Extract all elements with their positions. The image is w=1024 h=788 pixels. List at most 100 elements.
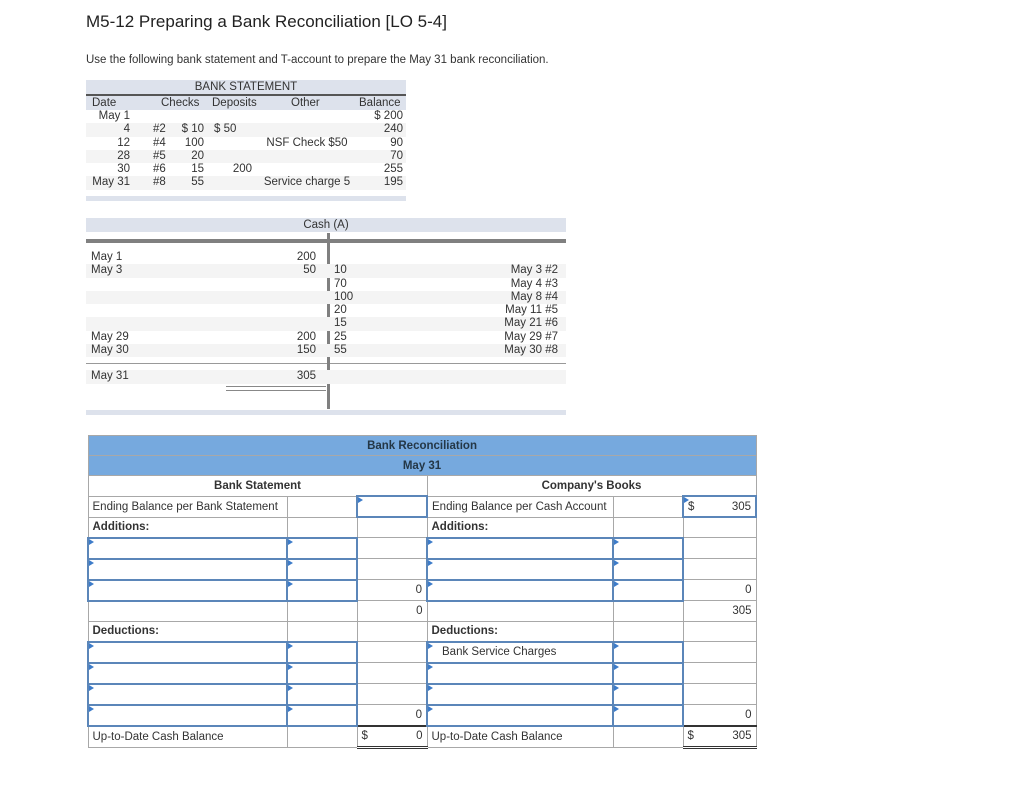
book-addition-amount-input[interactable]	[612, 557, 684, 581]
bank-final-label: Up-to-Date Cash Balance	[87, 725, 288, 748]
row-date: 12	[117, 136, 130, 149]
credit-amount: 10	[334, 264, 347, 277]
blank-cell	[356, 620, 428, 642]
bank-additions-label: Additions:	[87, 516, 288, 538]
book-deduction-description-input[interactable]: Bank Service Charges	[426, 640, 614, 664]
blank-cell	[286, 516, 358, 538]
bank-addition-description-input[interactable]	[87, 536, 288, 560]
t-account-row: May 1 200	[86, 251, 566, 264]
book-addition-description-input[interactable]	[426, 578, 614, 602]
t-account-row: May 3 50 10 May 3 #2	[86, 264, 566, 278]
credit-amount: 20	[334, 304, 347, 317]
book-additions-total: 0	[682, 579, 757, 601]
book-ending-balance-value: 305	[731, 500, 752, 513]
header-balance: Balance	[359, 97, 401, 109]
bank-ending-label: Ending Balance per Bank Statement	[87, 495, 288, 518]
bank-deduction-description-input[interactable]	[87, 640, 288, 664]
credit-date: May 21 #6	[504, 317, 558, 330]
t-account-title: Cash (A)	[86, 218, 566, 232]
row-date: May 31	[92, 176, 130, 189]
bank-deduction-description-input[interactable]	[87, 703, 288, 727]
credit-date: May 8 #4	[510, 290, 558, 303]
book-deduction-description-input[interactable]	[426, 661, 614, 685]
bank-deduction-amount-input[interactable]	[286, 703, 358, 727]
debit-date: May 29	[91, 330, 129, 343]
blank-cell	[356, 641, 428, 663]
row-check-amount: $ 10	[181, 123, 204, 136]
bank-addition-amount-input[interactable]	[286, 557, 358, 581]
bank-deduction-amount-input[interactable]	[286, 682, 358, 706]
addition-row	[87, 536, 757, 560]
book-deduction-amount-input[interactable]	[612, 661, 684, 685]
blank-cell	[426, 600, 614, 622]
blank-cell	[612, 725, 684, 748]
bank-side-heading: Bank Statement	[87, 475, 428, 497]
credit-date: May 3 #2	[510, 264, 558, 277]
debit-amount: 150	[296, 344, 316, 357]
t-account-row: May 29 200 25 May 29 #7	[86, 331, 566, 344]
blank-cell	[286, 725, 358, 748]
debit-amount: 50	[303, 264, 316, 277]
row-other: NSF Check $50	[266, 136, 348, 149]
bank-deduction-description-input[interactable]	[87, 661, 288, 685]
book-addition-description-input[interactable]	[426, 536, 614, 560]
t-account-footer	[86, 409, 566, 415]
book-addition-description-input[interactable]	[426, 557, 614, 581]
book-final-value: 305	[732, 730, 752, 742]
row-date: 28	[117, 149, 130, 162]
blank-cell	[356, 516, 428, 538]
debit-date: May 3	[91, 264, 123, 277]
book-ending-balance-input[interactable]: $305	[681, 495, 758, 518]
bank-deduction-amount-input[interactable]	[286, 661, 358, 685]
deduction-row	[87, 661, 757, 685]
book-addition-amount-input[interactable]	[612, 578, 684, 602]
bank-deduction-description-input[interactable]	[87, 682, 288, 706]
book-deduction-description-input[interactable]	[426, 703, 614, 727]
currency-symbol: $	[688, 500, 695, 513]
book-deduction-amount-input[interactable]	[612, 703, 684, 727]
bank-addition-description-input[interactable]	[87, 557, 288, 581]
bank-statement-row: 30 #6 15 200 255	[86, 163, 406, 176]
book-deduction-description-input[interactable]	[426, 682, 614, 706]
row-check-amount: 15	[191, 163, 204, 176]
book-deduction-amount-input[interactable]	[612, 682, 684, 706]
bank-statement-row: 12 #4 100 NSF Check $50 90	[86, 137, 406, 150]
ending-amount: 305	[296, 370, 316, 383]
bank-final-value: 0	[416, 730, 423, 742]
deduction-row: 00	[87, 703, 757, 727]
instructions: Use the following bank statement and T-a…	[86, 54, 549, 66]
credit-date: May 29 #7	[504, 330, 558, 343]
bank-addition-amount-input[interactable]	[286, 578, 358, 602]
blank-cell	[356, 683, 428, 705]
bank-statement-header: Date Checks Deposits Other Balance	[86, 94, 406, 110]
bank-addition-amount-input[interactable]	[286, 536, 358, 560]
blank-cell	[356, 662, 428, 684]
row-check-amount: 20	[191, 149, 204, 162]
row-deposit: $ 50	[214, 123, 237, 136]
bank-addition-description-input[interactable]	[87, 578, 288, 602]
bank-additions-total: 0	[356, 579, 428, 601]
bank-ending-balance-input[interactable]	[356, 495, 428, 518]
t-account-row: May 30 150 55 May 30 #8	[86, 344, 566, 358]
t-account-top-bar	[86, 239, 566, 243]
blank-cell	[612, 516, 684, 538]
credit-date: May 11 #5	[505, 304, 558, 317]
book-deductions-label: Deductions:	[426, 620, 614, 642]
bank-subtotal: 0	[356, 600, 428, 622]
row-other: Service charge 5	[263, 176, 351, 189]
book-addition-amount-input[interactable]	[612, 536, 684, 560]
t-account-row: 15 May 21 #6	[86, 317, 566, 331]
book-deduction-amount-input[interactable]	[612, 640, 684, 664]
blank-cell	[87, 600, 288, 622]
header-other: Other	[291, 97, 320, 109]
currency-symbol: $	[361, 730, 368, 742]
bank-reconciliation-table: Bank Reconciliation May 31 Bank Statemen…	[87, 435, 758, 749]
book-subtotal: 305	[682, 600, 757, 622]
bank-statement-row: May 31 #8 55 Service charge 5 195	[86, 176, 406, 190]
debit-amount: 200	[296, 251, 316, 263]
bank-deduction-amount-input[interactable]	[286, 640, 358, 664]
book-side-heading: Company's Books	[426, 475, 757, 497]
t-account-row: 20 May 11 #5	[86, 304, 566, 317]
header-deposits: Deposits	[212, 97, 257, 109]
credit-amount: 25	[334, 330, 347, 343]
